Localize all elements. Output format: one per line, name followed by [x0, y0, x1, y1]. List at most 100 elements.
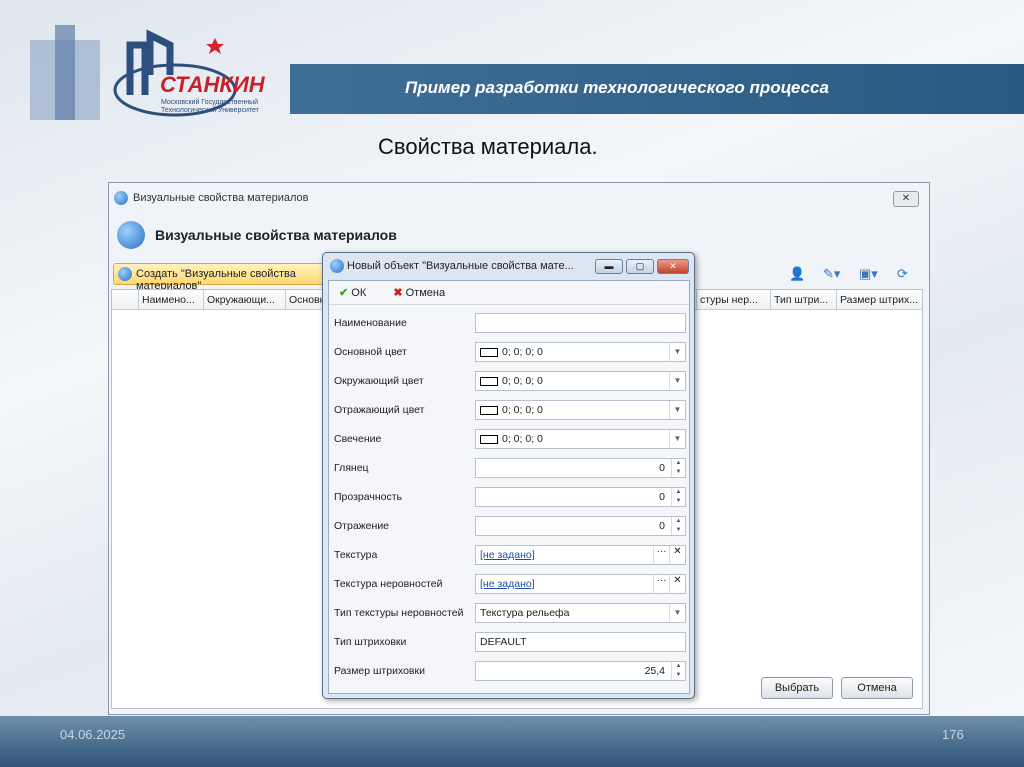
- field-value: 0: [659, 462, 665, 474]
- field-label: Тип штриховки: [334, 636, 407, 648]
- dialog-toolbar: ✔ ОК ✖ Отмена: [329, 281, 689, 305]
- field-label: Отражающий цвет: [334, 404, 425, 416]
- ok-button[interactable]: ✔ ОК: [339, 287, 378, 299]
- slide-date: 04.06.2025: [60, 727, 126, 742]
- field-label: Глянец: [334, 462, 369, 474]
- clear-icon[interactable]: ✕: [669, 575, 685, 593]
- field-input[interactable]: [475, 313, 686, 333]
- brush-large-icon: [117, 221, 145, 249]
- spinner-icon[interactable]: ▲ ▼: [671, 517, 685, 535]
- field-label: Тип текстуры неровностей: [334, 607, 464, 619]
- column-header[interactable]: Размер штрих...: [836, 290, 924, 310]
- field-label: Наименование: [334, 317, 407, 329]
- field-input[interactable]: 25,4 ▲ ▼: [475, 661, 686, 681]
- svg-text:Московский Государственный: Московский Государственный: [161, 98, 258, 106]
- window-heading: Визуальные свойства материалов: [155, 227, 397, 243]
- dialog-title: Новый объект "Визуальные свойства мате..…: [347, 260, 574, 272]
- minimize-button[interactable]: ▬: [595, 259, 623, 274]
- field-input[interactable]: [не задано] ··· ✕: [475, 545, 686, 565]
- field-input[interactable]: 0 ▲ ▼: [475, 487, 686, 507]
- column-header[interactable]: Тип штри...: [770, 290, 836, 310]
- field-value-link[interactable]: [не задано]: [480, 578, 535, 590]
- svg-text:Технологический Университет: Технологический Университет: [161, 106, 260, 114]
- brush-icon: [330, 259, 344, 273]
- field-row: Прозрачность 0 ▲ ▼: [334, 487, 686, 507]
- field-input[interactable]: 0 ▲ ▼: [475, 458, 686, 478]
- slide-footer: [0, 716, 1024, 767]
- edit-icon[interactable]: ✎▾: [823, 266, 840, 282]
- stankin-logo: СТАНКИН Московский Государственный Техно…: [25, 20, 295, 120]
- window-heading-bar: Визуальные свойства материалов: [109, 215, 929, 255]
- ellipsis-icon[interactable]: ···: [653, 546, 669, 564]
- field-input[interactable]: 0 ▲ ▼: [475, 516, 686, 536]
- ellipsis-icon[interactable]: ···: [653, 575, 669, 593]
- field-label: Текстура: [334, 549, 378, 561]
- field-input[interactable]: [не задано] ··· ✕: [475, 574, 686, 594]
- clear-icon[interactable]: ✕: [669, 546, 685, 564]
- maximize-button[interactable]: ▢: [626, 259, 654, 274]
- window-titlebar: Визуальные свойства материалов ✕: [109, 183, 929, 215]
- field-input[interactable]: 0; 0; 0; 0 ▼: [475, 400, 686, 420]
- spinner-icon[interactable]: ▲ ▼: [671, 662, 685, 680]
- color-swatch: [480, 376, 498, 386]
- field-row: Отражение 0 ▲ ▼: [334, 516, 686, 536]
- field-value: 25,4: [644, 665, 665, 677]
- color-swatch: [480, 434, 498, 444]
- ok-label: ОК: [351, 287, 367, 299]
- field-row: Окружающий цвет 0; 0; 0; 0 ▼: [334, 371, 686, 391]
- field-value: 0: [659, 491, 665, 503]
- field-value: 0; 0; 0; 0: [502, 346, 543, 358]
- slide-title: Пример разработки технологического проце…: [290, 64, 1024, 114]
- chevron-down-icon[interactable]: ▼: [669, 372, 685, 390]
- field-row: Глянец 0 ▲ ▼: [334, 458, 686, 478]
- field-row: Отражающий цвет 0; 0; 0; 0 ▼: [334, 400, 686, 420]
- user-icon[interactable]: 👤: [789, 266, 805, 282]
- field-input[interactable]: 0; 0; 0; 0 ▼: [475, 371, 686, 391]
- window-title: Визуальные свойства материалов: [133, 192, 309, 204]
- chevron-down-icon[interactable]: ▼: [669, 604, 685, 622]
- field-value: 0; 0; 0; 0: [502, 404, 543, 416]
- field-value: 0: [659, 520, 665, 532]
- field-label: Текстура неровностей: [334, 578, 443, 590]
- chevron-down-icon[interactable]: ▼: [669, 343, 685, 361]
- view-icon[interactable]: ▣▾: [859, 266, 878, 282]
- field-input[interactable]: Текстура рельефа ▼: [475, 603, 686, 623]
- cancel-button[interactable]: Отмена: [841, 677, 913, 699]
- field-row: Наименование: [334, 313, 686, 333]
- field-row: Тип штриховки DEFAULT: [334, 632, 686, 652]
- field-label: Окружающий цвет: [334, 375, 424, 387]
- field-value: Текстура рельефа: [480, 607, 570, 619]
- window-close-button[interactable]: ✕: [893, 191, 919, 207]
- check-icon: ✔: [339, 287, 349, 299]
- field-label: Прозрачность: [334, 491, 403, 503]
- chevron-down-icon[interactable]: ▼: [669, 401, 685, 419]
- brush-icon: [114, 191, 128, 205]
- dialog-titlebar: Новый объект "Визуальные свойства мате..…: [323, 253, 694, 279]
- chevron-down-icon[interactable]: ▼: [669, 430, 685, 448]
- field-input[interactable]: DEFAULT: [475, 632, 686, 652]
- column-header[interactable]: Наимено...: [138, 290, 203, 310]
- field-label: Размер штриховки: [334, 665, 425, 677]
- create-button[interactable]: Создать "Визуальные свойства материалов": [113, 263, 333, 292]
- column-header[interactable]: стуры нер...: [696, 290, 770, 310]
- close-button[interactable]: ✕: [657, 259, 689, 274]
- spinner-icon[interactable]: ▲ ▼: [671, 488, 685, 506]
- svg-text:СТАНКИН: СТАНКИН: [160, 72, 266, 97]
- column-header[interactable]: Окружающи...: [203, 290, 285, 310]
- field-label: Отражение: [334, 520, 390, 532]
- slide-number: 176: [942, 727, 964, 742]
- slide-subtitle: Свойства материала.: [378, 134, 598, 159]
- field-value: 0; 0; 0; 0: [502, 433, 543, 445]
- field-value-link[interactable]: [не задано]: [480, 549, 535, 561]
- field-label: Свечение: [334, 433, 382, 445]
- brush-icon: [118, 267, 132, 281]
- refresh-icon[interactable]: ⟳: [897, 266, 908, 282]
- select-button[interactable]: Выбрать: [761, 677, 833, 699]
- field-input[interactable]: 0; 0; 0; 0 ▼: [475, 342, 686, 362]
- cancel-dialog-button[interactable]: ✖ Отмена: [393, 287, 457, 299]
- color-swatch: [480, 405, 498, 415]
- spinner-icon[interactable]: ▲ ▼: [671, 459, 685, 477]
- field-row: Основной цвет 0; 0; 0; 0 ▼: [334, 342, 686, 362]
- field-input[interactable]: 0; 0; 0; 0 ▼: [475, 429, 686, 449]
- new-object-dialog: Новый объект "Визуальные свойства мате..…: [322, 252, 695, 699]
